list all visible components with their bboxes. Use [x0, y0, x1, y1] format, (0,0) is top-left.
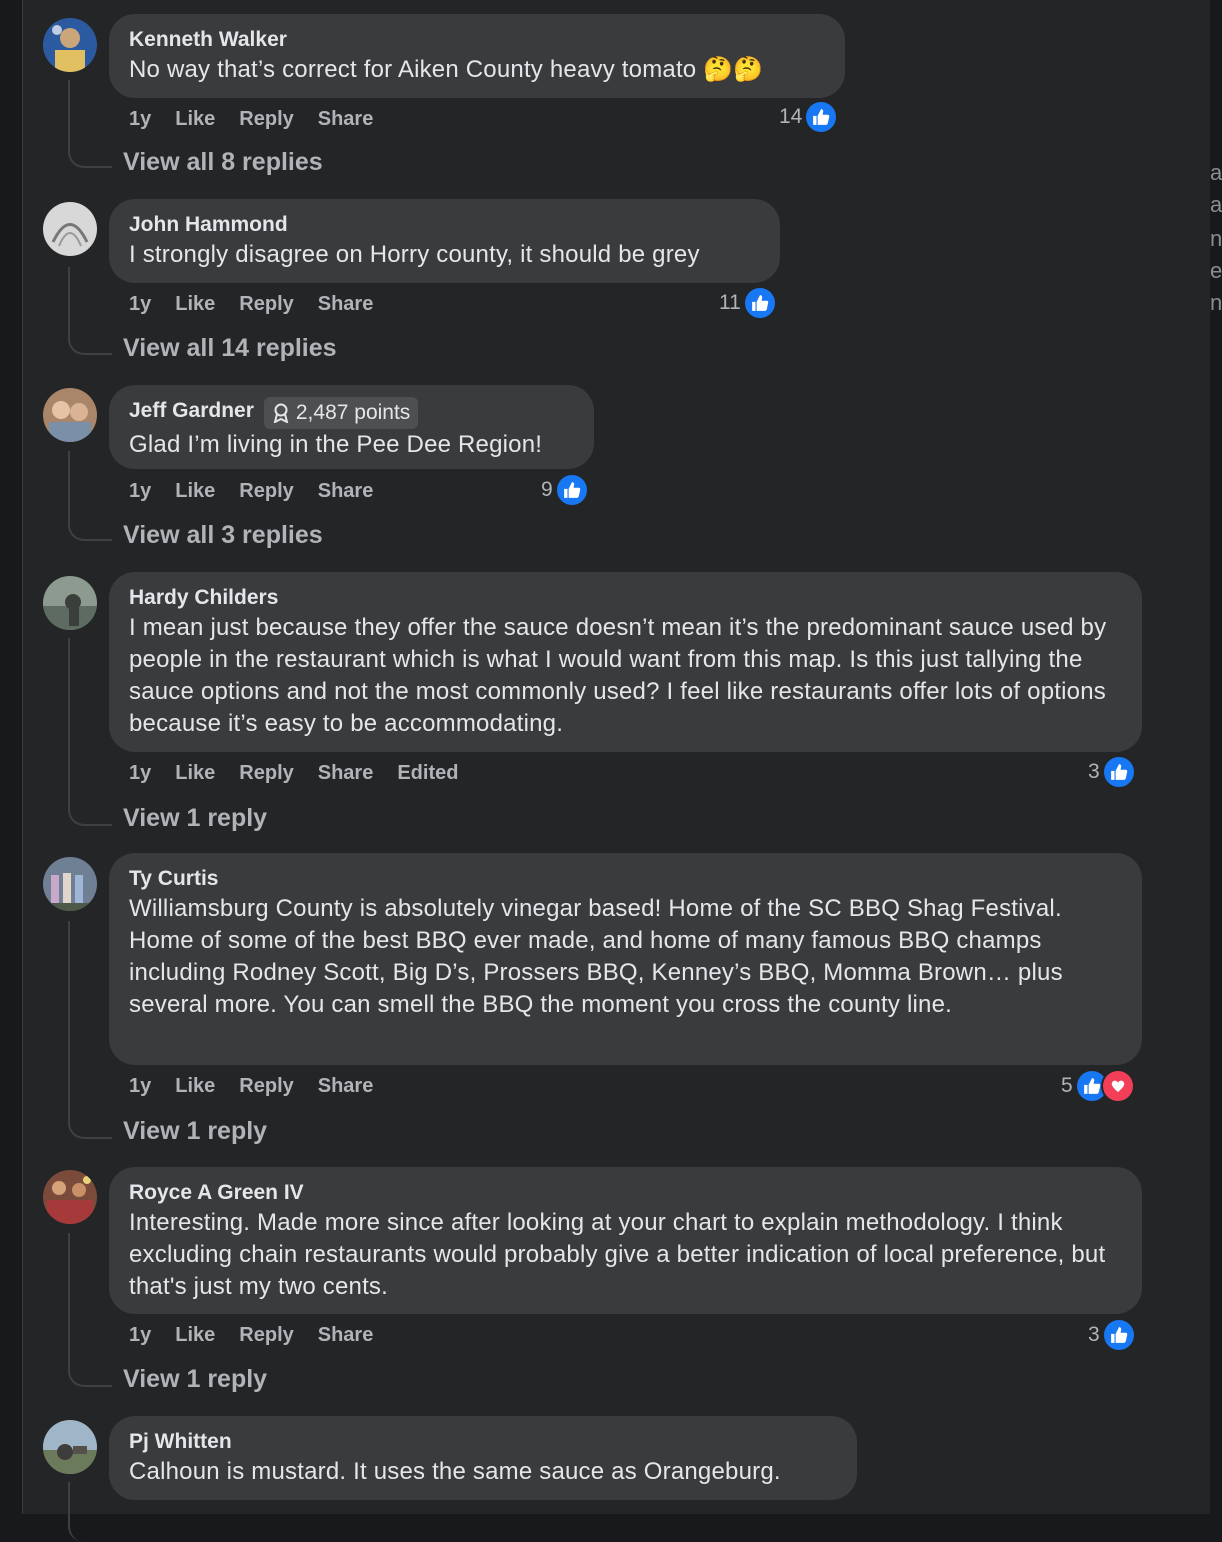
comment-text: Glad I’m living in the Pee Dee Region!	[129, 431, 543, 458]
comment-author[interactable]: John Hammond	[129, 211, 288, 239]
like-button[interactable]: Like	[175, 1075, 215, 1097]
comment-bubble: Royce A Green IV Interesting. Made more …	[109, 1167, 1142, 1314]
thumbs-up-icon	[804, 100, 839, 134]
share-button[interactable]: Share	[318, 480, 374, 502]
avatar[interactable]	[43, 576, 97, 630]
thread-line	[68, 1233, 112, 1387]
comment-actions: 1y Like Reply Share	[129, 104, 397, 134]
view-replies-link[interactable]: View 1 reply	[123, 1117, 267, 1146]
timestamp[interactable]: 1y	[129, 293, 151, 315]
comment-text: Calhoun is mustard. It uses the same sau…	[129, 1458, 781, 1485]
comment-actions: 1y Like Reply Share	[129, 476, 397, 506]
comment-bubble: John Hammond I strongly disagree on Horr…	[109, 199, 780, 283]
comment-bubble: Hardy Childers I mean just because they …	[109, 572, 1142, 752]
like-button[interactable]: Like	[175, 480, 215, 502]
like-button[interactable]: Like	[175, 762, 215, 784]
thumbs-up-icon	[742, 286, 777, 320]
thread-line	[68, 1482, 112, 1542]
share-button[interactable]: Share	[318, 762, 374, 784]
avatar[interactable]	[43, 1420, 97, 1474]
comment-author[interactable]: Jeff Gardner	[129, 397, 254, 425]
comment-actions: 1y Like Reply Share	[129, 289, 397, 319]
points-badge[interactable]: 2,487 points	[263, 397, 419, 429]
reaction-summary[interactable]: 5	[1061, 1069, 1135, 1103]
comment-bubble: Pj Whitten Calhoun is mustard. It uses t…	[109, 1416, 857, 1500]
comment-actions: 1y Like Reply Share	[129, 1071, 397, 1101]
thread-line	[68, 921, 112, 1139]
reaction-count: 14	[779, 105, 803, 128]
edited-label[interactable]: Edited	[397, 762, 458, 784]
like-button[interactable]: Like	[175, 1324, 215, 1346]
thread-line	[68, 638, 112, 826]
heart-icon	[1100, 1069, 1135, 1103]
timestamp[interactable]: 1y	[129, 108, 151, 130]
comment-text: I strongly disagree on Horry county, it …	[129, 241, 700, 268]
reaction-summary[interactable]: 14	[779, 100, 839, 134]
reply-button[interactable]: Reply	[239, 762, 293, 784]
timestamp[interactable]: 1y	[129, 762, 151, 784]
share-button[interactable]: Share	[318, 1075, 374, 1097]
avatar[interactable]	[43, 388, 97, 442]
comment-text: Williamsburg County is absolutely vinega…	[129, 895, 1063, 1018]
share-button[interactable]: Share	[318, 1324, 374, 1346]
reaction-summary[interactable]: 11	[719, 286, 777, 320]
reply-button[interactable]: Reply	[239, 480, 293, 502]
avatar[interactable]	[43, 18, 97, 72]
comment-author[interactable]: Pj Whitten	[129, 1428, 232, 1456]
reaction-summary[interactable]: 3	[1088, 755, 1136, 789]
background-page-edge: a a n e n	[1210, 0, 1222, 1514]
thread-line	[68, 451, 112, 541]
avatar[interactable]	[43, 1170, 97, 1224]
comment-actions: 1y Like Reply Share Edited	[129, 758, 482, 788]
comment-author[interactable]: Ty Curtis	[129, 865, 218, 893]
share-button[interactable]: Share	[318, 108, 374, 130]
timestamp[interactable]: 1y	[129, 1324, 151, 1346]
thumbs-up-icon	[1101, 755, 1136, 789]
view-replies-link[interactable]: View all 14 replies	[123, 334, 337, 363]
avatar[interactable]	[43, 202, 97, 256]
view-replies-link[interactable]: View all 3 replies	[123, 521, 323, 550]
like-button[interactable]: Like	[175, 293, 215, 315]
reaction-summary[interactable]: 9	[541, 473, 589, 507]
comment-text: Interesting. Made more since after looki…	[129, 1209, 1106, 1300]
comment-text: I mean just because they offer the sauce…	[129, 614, 1107, 737]
timestamp[interactable]: 1y	[129, 480, 151, 502]
thumbs-up-icon	[554, 473, 589, 507]
reply-button[interactable]: Reply	[239, 1324, 293, 1346]
comment-author[interactable]: Hardy Childers	[129, 584, 278, 612]
reaction-count: 11	[719, 291, 741, 314]
like-button[interactable]: Like	[175, 108, 215, 130]
view-replies-link[interactable]: View 1 reply	[123, 804, 267, 833]
view-replies-link[interactable]: View 1 reply	[123, 1365, 267, 1394]
reply-button[interactable]: Reply	[239, 293, 293, 315]
reaction-count: 9	[541, 478, 553, 501]
award-ribbon-icon	[273, 403, 289, 423]
points-value: 2,487 points	[295, 401, 411, 424]
thread-line	[68, 80, 112, 168]
comment-author[interactable]: Kenneth Walker	[129, 26, 287, 54]
comment-bubble: Jeff Gardner 2,487 points Glad I’m living…	[109, 385, 594, 469]
comments-panel: Kenneth Walker No way that’s correct for…	[22, 0, 1211, 1542]
view-replies-link[interactable]: View all 8 replies	[123, 148, 323, 177]
reply-button[interactable]: Reply	[239, 108, 293, 130]
thumbs-up-icon	[1101, 1318, 1136, 1352]
avatar[interactable]	[43, 857, 97, 911]
comment-text: No way that’s correct for Aiken County h…	[129, 56, 764, 83]
comment-bubble: Ty Curtis Williamsburg County is absolut…	[109, 853, 1142, 1065]
reply-button[interactable]: Reply	[239, 1075, 293, 1097]
share-button[interactable]: Share	[318, 293, 374, 315]
reaction-summary[interactable]: 3	[1088, 1318, 1136, 1352]
thread-line	[68, 267, 112, 355]
timestamp[interactable]: 1y	[129, 1075, 151, 1097]
reaction-count: 5	[1061, 1074, 1073, 1097]
reaction-count: 3	[1088, 1323, 1100, 1346]
reaction-count: 3	[1088, 760, 1100, 783]
comment-bubble: Kenneth Walker No way that’s correct for…	[109, 14, 845, 98]
comment-author[interactable]: Royce A Green IV	[129, 1179, 304, 1207]
comment-actions: 1y Like Reply Share	[129, 1320, 397, 1350]
